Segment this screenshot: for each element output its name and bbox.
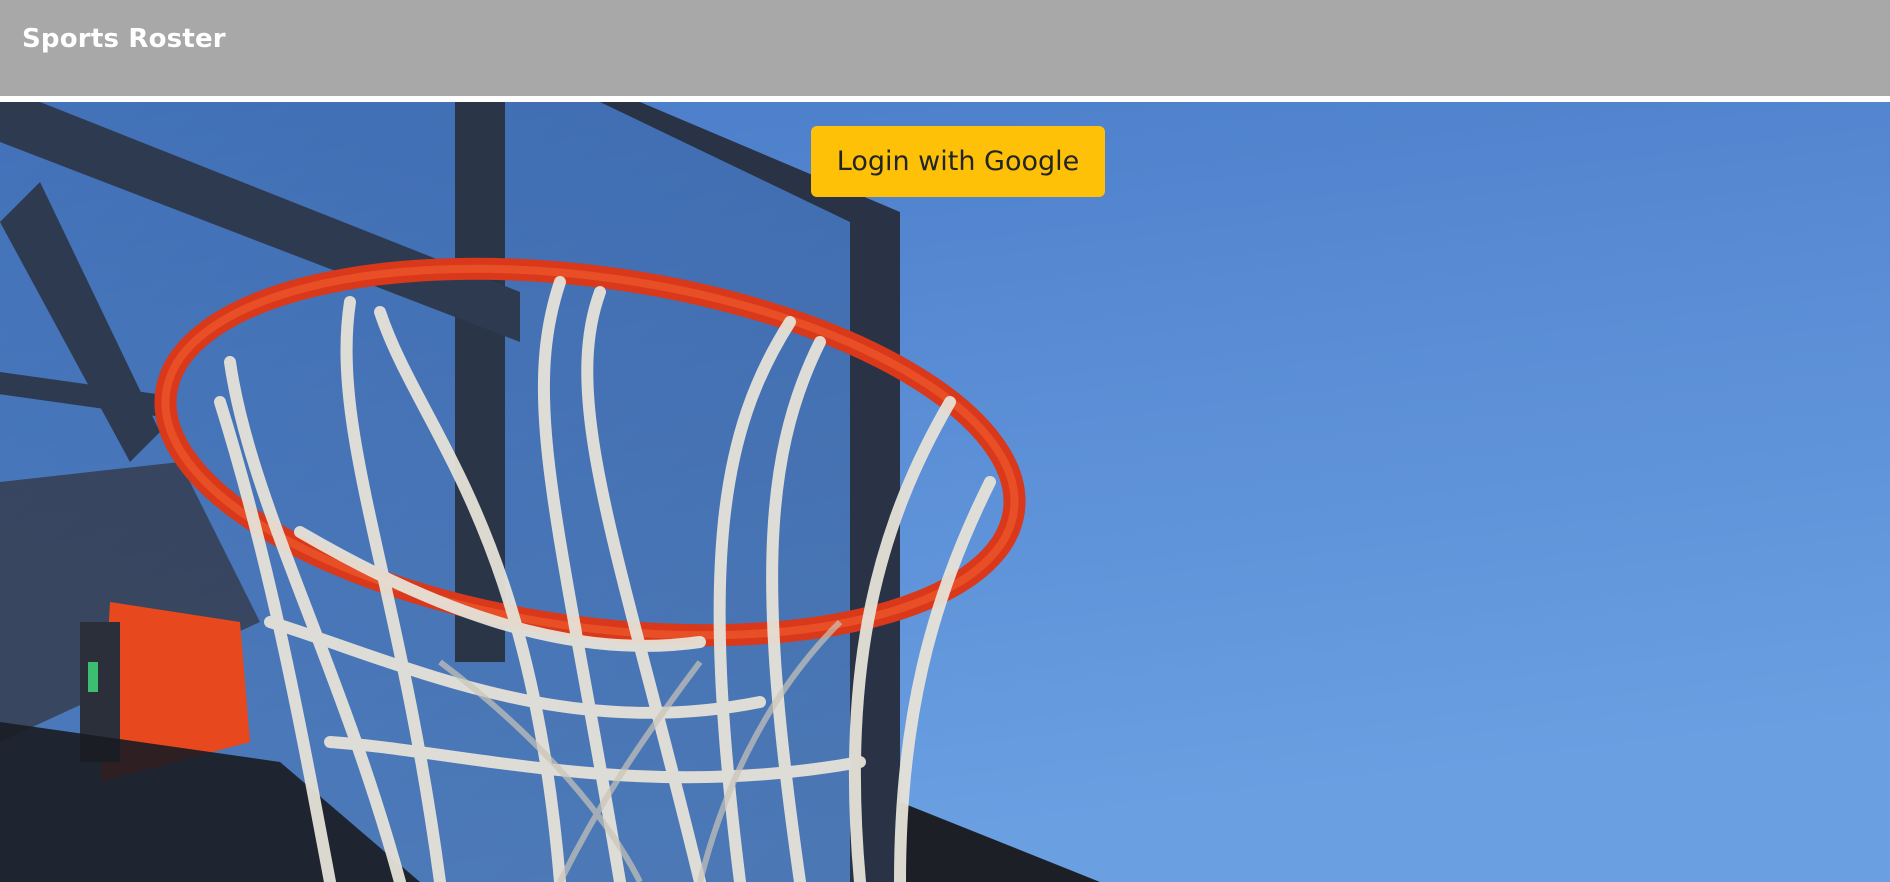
hero-image (0, 102, 1890, 882)
navbar: Sports Roster (0, 0, 1890, 99)
brand-title[interactable]: Sports Roster (22, 24, 226, 54)
login-with-google-button[interactable]: Login with Google (811, 126, 1105, 197)
